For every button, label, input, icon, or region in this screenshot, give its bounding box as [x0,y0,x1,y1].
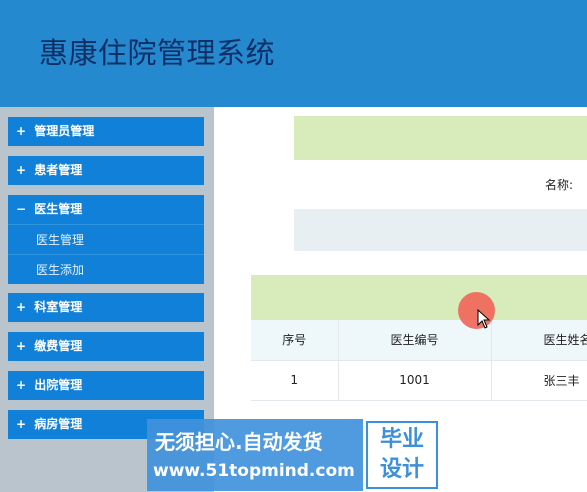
watermark-badge: 毕业 设计 [366,421,438,489]
app-header: 惠康住院管理系统 [0,0,587,107]
plus-icon: + [16,378,27,392]
sidebar-item-label: 缴费管理 [34,339,83,353]
watermark-slogan: 无须担心.自动发货 [155,430,323,454]
menu-head-patient[interactable]: + 患者管理 [8,156,204,185]
search-panel: 名称: [294,116,587,251]
plus-icon: + [16,124,27,138]
column-header-index: 序号 [251,320,339,361]
badge-line-1: 毕业 [379,427,424,452]
menu-head-payment[interactable]: + 缴费管理 [8,332,204,361]
search-panel-footer [294,209,587,251]
sidebar-item-label: 科室管理 [34,300,83,314]
sidebar-item-label: 医生管理 [34,202,83,216]
sidebar-item-label: 管理员管理 [34,124,95,138]
cell-doctor-name: 张三丰 [491,360,587,401]
watermark-text-block: 无须担心.自动发货 www.51topmind.com [147,419,363,491]
table-header-row: 序号 医生编号 医生姓名 [251,320,587,361]
plus-icon: + [16,163,27,177]
submenu-doctor-management[interactable]: 医生管理 [8,224,204,254]
sidebar-item-doctor-management[interactable]: − 医生管理 医生管理 医生添加 [8,195,204,284]
sidebar-item-department-management[interactable]: + 科室管理 [8,293,204,322]
app-title: 惠康住院管理系统 [39,36,276,70]
name-label: 名称: [545,178,574,192]
sidebar-item-discharge-management[interactable]: + 出院管理 [8,371,204,400]
doctor-table-panel: 序号 医生编号 医生姓名 1 1001 张三丰 [251,275,587,401]
submenu-doctor-add[interactable]: 医生添加 [8,254,204,284]
sidebar-item-label: 病房管理 [34,417,83,431]
menu-head-department[interactable]: + 科室管理 [8,293,204,322]
cell-doctor-id: 1001 [338,360,492,401]
watermark-url: www.51topmind.com [153,461,355,481]
table-panel-header [251,275,587,320]
sidebar-item-payment-management[interactable]: + 缴费管理 [8,332,204,361]
sidebar-item-patient-management[interactable]: + 患者管理 [8,156,204,185]
cell-index: 1 [251,360,339,401]
minus-icon: − [16,202,27,216]
menu-head-admin[interactable]: + 管理员管理 [8,117,204,146]
column-header-doctor-name: 医生姓名 [491,320,587,361]
doctor-table: 序号 医生编号 医生姓名 1 1001 张三丰 [251,320,587,401]
watermark-banner: 无须担心.自动发货 www.51topmind.com 毕业 设计 [147,419,440,491]
sidebar-item-label: 患者管理 [34,163,83,177]
sidebar-item-label: 出院管理 [34,378,83,392]
table-row[interactable]: 1 1001 张三丰 [251,360,587,401]
sidebar-item-admin-management[interactable]: + 管理员管理 [8,117,204,146]
search-panel-header [294,116,587,160]
plus-icon: + [16,417,27,431]
menu-head-doctor[interactable]: − 医生管理 [8,195,204,224]
search-row: 名称: [294,160,587,209]
badge-line-2: 设计 [379,457,424,482]
mouse-cursor-icon [477,309,491,329]
plus-icon: + [16,339,27,353]
plus-icon: + [16,300,27,314]
menu-head-discharge[interactable]: + 出院管理 [8,371,204,400]
